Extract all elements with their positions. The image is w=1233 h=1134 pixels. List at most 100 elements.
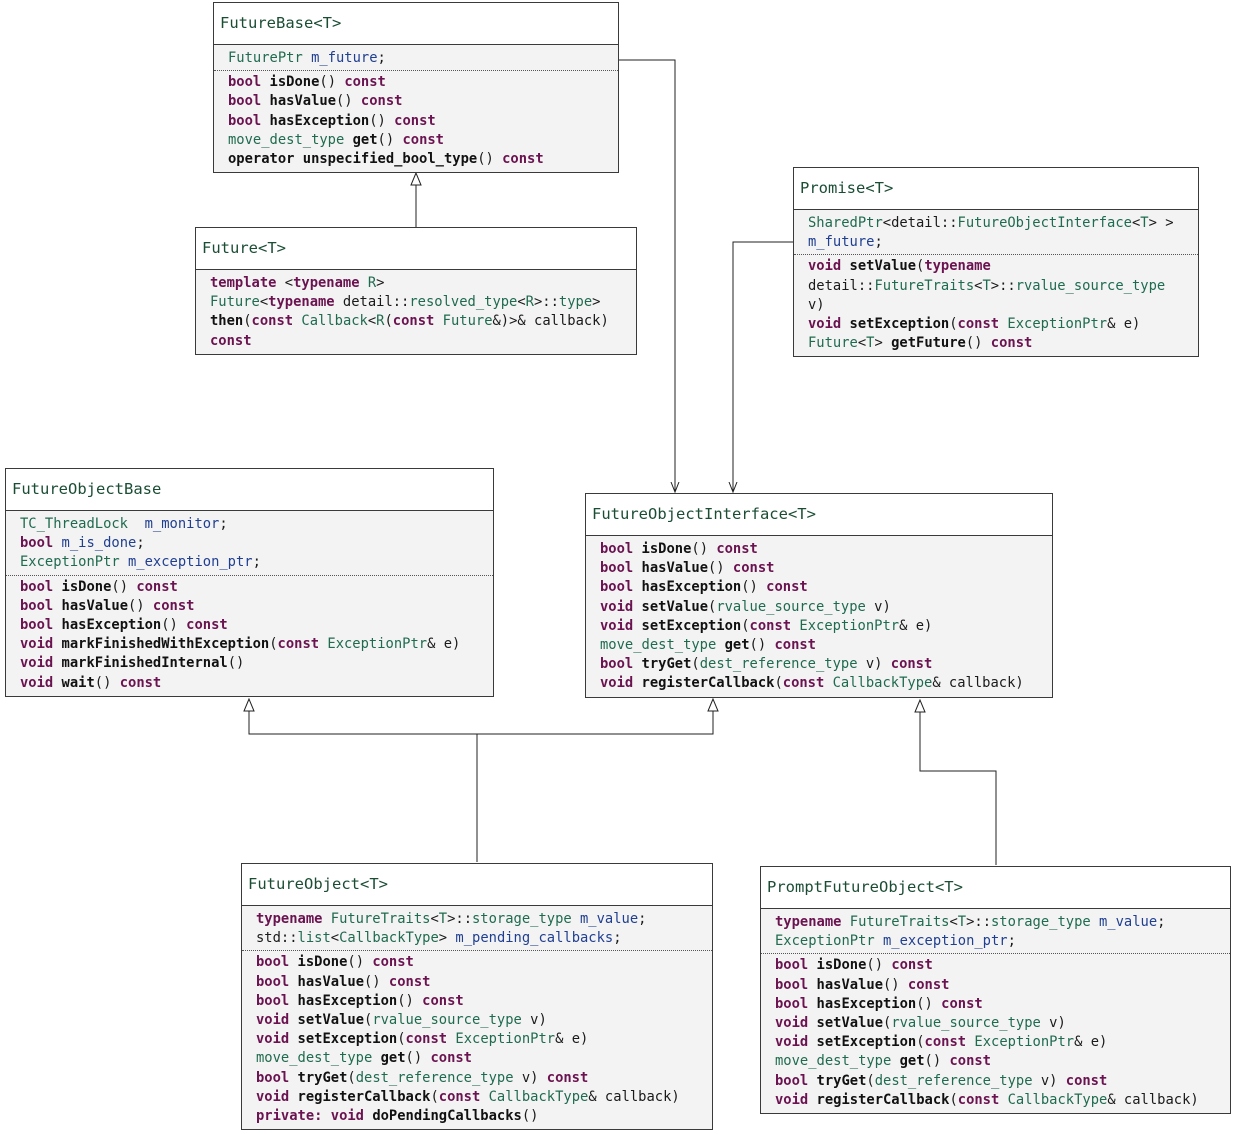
punctuation-token [53,655,61,671]
type-token: R [525,294,534,311]
operations-compartment: template <typename R> Future<typename det… [196,274,636,351]
type-token: CallbackType [832,675,933,692]
function-name-token: hasException [61,617,162,634]
member-line: move_dest_type get() const [214,131,618,150]
function-name-token: setValue [816,1015,883,1032]
member-line: private: void doPendingCallbacks() [242,1107,712,1126]
keyword-token: bool [256,1069,290,1086]
punctuation-token: < [330,930,340,947]
futureobjectinterface-inheritance-arrowhead-right [914,698,926,713]
function-name-token: registerCallback [297,1088,431,1105]
function-name-token: get [724,637,750,654]
keyword-token: const [438,1088,481,1105]
punctuation-token [53,617,61,633]
punctuation-token: v) [1040,1015,1066,1032]
punctuation-token [841,258,849,274]
member-line: bool tryGet(dest_reference_type v) const [586,655,1052,674]
variable-token: m_value [1099,914,1158,930]
member-line: bool hasValue() const [6,597,493,616]
punctuation-token: () [866,957,892,974]
punctuation-token: ( [866,1072,875,1089]
function-name-token: hasValue [297,973,364,990]
class-members: template <typename R> Future<typename det… [196,270,636,354]
punctuation-token: () [741,579,767,596]
punctuation-token [53,535,61,551]
function-name-token: get [380,1050,406,1067]
keyword-token: const [890,656,933,673]
class-title: FutureObjectBase [6,469,493,511]
class-title: Promise<T> [794,168,1198,210]
keyword-token: const [716,541,758,557]
type-token: CallbackType [1007,1091,1108,1108]
keyword-token: const [766,579,808,596]
punctuation-token: () [94,674,120,691]
punctuation-token [808,1073,816,1089]
function-name-token: markFinishedWithException [61,636,270,653]
function-name-token: isDone [641,541,692,557]
keyword-token: bool [256,954,290,971]
punctuation-token: v) [1032,1072,1066,1089]
keyword-token: void [20,636,54,653]
function-name-token: registerCallback [641,675,775,692]
attributes-compartment: typename FutureTraits<T>::storage_type m… [761,913,1230,955]
keyword-token: void [20,674,54,691]
class-promptfutureobject[interactable]: PromptFutureObject<T> typename FutureTrai… [760,866,1231,1115]
type-token: T [438,911,448,927]
punctuation-token: > > [1148,215,1174,231]
punctuation-token: ; [219,516,228,532]
keyword-token: typename [256,911,323,927]
function-name-token: isDone [297,954,348,971]
punctuation-token [633,541,641,557]
type-token: ExceptionPtr [799,617,900,634]
punctuation-token: & callback) [932,675,1024,692]
punctuation-token [841,316,849,332]
class-futureobjectinterface[interactable]: FutureObjectInterface<T> bool isDone() co… [585,493,1053,698]
type-token: type [558,294,593,311]
punctuation-token: & e) [899,617,933,634]
type-token: ExceptionPtr [775,933,875,950]
keyword-token: void [256,1031,290,1048]
member-line: void setException(const ExceptionPtr& e) [794,315,1198,334]
futureobjectbase-inheritance-arrowhead [243,697,255,712]
class-promise[interactable]: Promise<T> SharedPtr<detail::FutureObject… [793,167,1199,358]
keyword-token: const [344,74,386,91]
punctuation-token [633,675,641,691]
operations-compartment: bool isDone() const bool hasValue() const… [586,540,1052,694]
keyword-token: const [405,1031,448,1048]
keyword-token: typename [293,275,360,291]
keyword-token: const [136,578,178,595]
function-name-token: then [210,313,244,330]
member-line: void markFinishedInternal() [6,654,493,673]
function-name-token: doPendingCallbacks [372,1108,522,1125]
class-future[interactable]: Future<T> template <typename R> Future<typ… [195,227,637,355]
punctuation-token: v) [513,1069,547,1086]
function-name-token: get [899,1053,925,1070]
punctuation-token: detail:: [334,294,410,311]
function-name-token: hasException [816,995,917,1012]
class-futureobject[interactable]: FutureObject<T> typename FutureTraits<T>:… [241,863,713,1131]
punctuation-token: () [965,335,991,352]
punctuation-token: () [708,560,733,577]
class-futurebase[interactable]: FutureBase<T> FuturePtr m_future; bool isD… [213,2,619,174]
punctuation-token: () [521,1108,539,1125]
operations-compartment: bool isDone() const bool hasValue() const… [761,956,1230,1110]
class-futureobjectbase[interactable]: FutureObjectBase TC_ThreadLock m_monitor;… [5,468,494,697]
punctuation-token: ; [377,50,386,66]
class-members: typename FutureTraits<T>::storage_type m… [242,906,712,1130]
type-token: move_dest_type [256,1050,373,1067]
punctuation-token: ( [691,656,700,673]
keyword-token: typename [268,294,335,311]
operations-compartment: bool isDone() const bool hasValue() const… [214,73,618,169]
member-line: bool isDone() const [6,578,493,597]
punctuation-token: < [367,313,377,330]
keyword-token: bool [20,617,54,634]
class-members: FuturePtr m_future; bool isDone() const bo… [214,45,618,173]
punctuation-token: std:: [256,930,298,947]
punctuation-token [808,1034,816,1050]
member-line: bool isDone() const [242,953,712,972]
type-token: Future [442,313,493,330]
keyword-token: bool [775,1072,809,1089]
punctuation-token: & e) [1074,1034,1108,1051]
punctuation-token [289,1012,297,1028]
punctuation-token: () [405,1050,431,1067]
